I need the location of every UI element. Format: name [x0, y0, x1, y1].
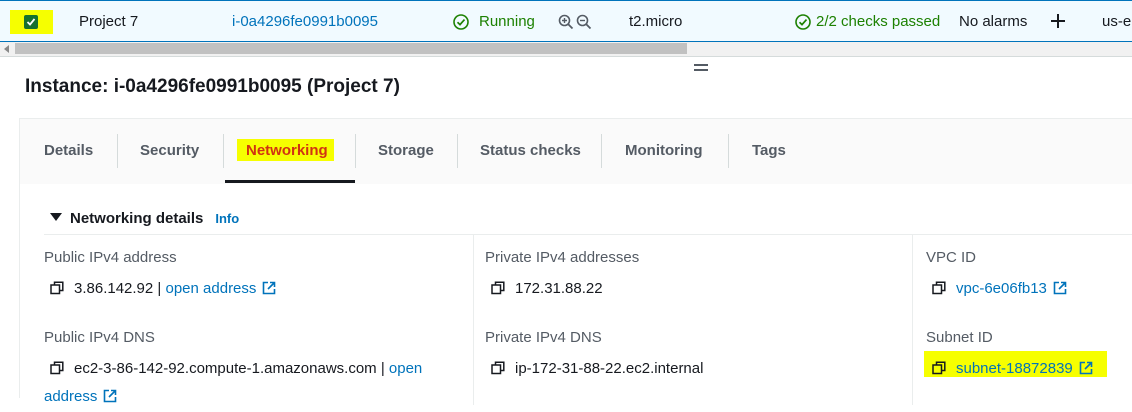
- tab-separator: [355, 134, 356, 168]
- copy-icon[interactable]: [50, 358, 64, 384]
- public-dns-value: ec2-3-86-142-92.compute-1.amazonaws.com …: [44, 356, 464, 412]
- tab-storage[interactable]: Storage: [378, 142, 434, 159]
- private-dns-value: ip-172-31-88-22.ec2.internal: [491, 360, 703, 379]
- subnet-id-link[interactable]: subnet-18872839: [956, 360, 1073, 377]
- info-link[interactable]: Info: [215, 211, 239, 226]
- tab-monitoring[interactable]: Monitoring: [625, 142, 702, 159]
- networking-details-header[interactable]: Networking details Info: [50, 210, 239, 227]
- column-divider: [912, 235, 913, 405]
- tab-status-checks[interactable]: Status checks: [480, 142, 581, 159]
- tab-separator: [601, 134, 602, 168]
- vpc-id-link[interactable]: vpc-6e06fb13: [956, 280, 1047, 297]
- private-ipv4-value: 172.31.88.22: [491, 280, 603, 299]
- public-dns-label: Public IPv4 DNS: [44, 329, 155, 346]
- vpc-id-label: VPC ID: [926, 249, 977, 266]
- add-alarm-icon[interactable]: [1050, 13, 1066, 33]
- drag-handle-icon[interactable]: [694, 64, 708, 74]
- split-divider: [0, 56, 1132, 57]
- details-panel: Details Security Networking Storage Stat…: [19, 118, 1132, 405]
- copy-icon[interactable]: [932, 281, 946, 299]
- scrollbar-thumb[interactable]: [15, 43, 687, 54]
- tab-separator: [117, 134, 118, 168]
- instance-state: Running: [479, 13, 535, 30]
- open-link[interactable]: open: [389, 360, 422, 377]
- checkmark-icon: [26, 18, 36, 26]
- alarm-status: No alarms: [959, 13, 1028, 30]
- vpc-id-value: vpc-6e06fb13: [932, 280, 1067, 299]
- external-link-icon[interactable]: [1079, 361, 1093, 379]
- networking-content: Networking details Info Public IPv4 addre…: [20, 184, 1132, 405]
- value-separator: |: [380, 360, 385, 377]
- tab-networking[interactable]: Networking: [246, 142, 328, 159]
- section-title: Networking details: [70, 210, 204, 227]
- column-divider: [473, 235, 474, 405]
- subnet-id-label: Subnet ID: [926, 329, 993, 346]
- row-checkbox[interactable]: [24, 15, 38, 29]
- tab-bar: Details Security Networking Storage Stat…: [20, 119, 1132, 185]
- private-ipv4-label: Private IPv4 addresses: [485, 249, 640, 266]
- section-divider: [44, 234, 1132, 235]
- checks-passed-icon: [795, 14, 811, 34]
- external-link-icon[interactable]: [262, 281, 276, 299]
- copy-icon[interactable]: [932, 361, 946, 379]
- value-separator: |: [157, 280, 162, 297]
- page-title: Instance: i-0a4296fe0991b0095 (Project 7…: [25, 76, 400, 97]
- running-check-icon: [453, 14, 469, 34]
- zoom-out-icon[interactable]: [576, 14, 592, 34]
- horizontal-scrollbar[interactable]: [0, 42, 1132, 56]
- subnet-id-value: subnet-18872839: [932, 360, 1093, 379]
- open-address-link[interactable]: open address: [166, 280, 257, 297]
- instance-name: Project 7: [79, 13, 139, 30]
- tab-separator: [223, 134, 224, 168]
- instance-id-link[interactable]: i-0a4296fe0991b0095: [232, 13, 378, 30]
- tab-separator: [728, 134, 729, 168]
- scroll-left-icon[interactable]: [4, 45, 9, 53]
- tab-details[interactable]: Details: [44, 142, 93, 159]
- active-tab-indicator: [225, 180, 355, 183]
- public-dns-text: ec2-3-86-142-92.compute-1.amazonaws.com: [74, 360, 377, 377]
- instance-row[interactable]: Project 7 i-0a4296fe0991b0095 Running t2…: [0, 0, 1132, 42]
- address-link[interactable]: address: [44, 388, 97, 405]
- private-ipv4-text: 172.31.88.22: [515, 280, 603, 297]
- zoom-in-icon[interactable]: [558, 14, 574, 34]
- tab-separator: [457, 134, 458, 168]
- tab-security[interactable]: Security: [140, 142, 199, 159]
- public-ipv4-label: Public IPv4 address: [44, 249, 177, 266]
- public-ipv4-value: 3.86.142.92 | open address: [50, 280, 276, 299]
- private-dns-text: ip-172-31-88-22.ec2.internal: [515, 360, 704, 377]
- external-link-icon[interactable]: [103, 386, 117, 412]
- copy-icon[interactable]: [491, 361, 505, 379]
- availability-zone: us-e: [1102, 13, 1132, 30]
- collapse-caret-icon[interactable]: [50, 213, 62, 221]
- private-dns-label: Private IPv4 DNS: [485, 329, 602, 346]
- status-check: 2/2 checks passed: [816, 13, 941, 30]
- tab-tags[interactable]: Tags: [752, 142, 786, 159]
- copy-icon[interactable]: [491, 281, 505, 299]
- external-link-icon[interactable]: [1053, 281, 1067, 299]
- public-ipv4-text: 3.86.142.92: [74, 280, 154, 297]
- instance-type: t2.micro: [629, 13, 683, 30]
- copy-icon[interactable]: [50, 281, 64, 299]
